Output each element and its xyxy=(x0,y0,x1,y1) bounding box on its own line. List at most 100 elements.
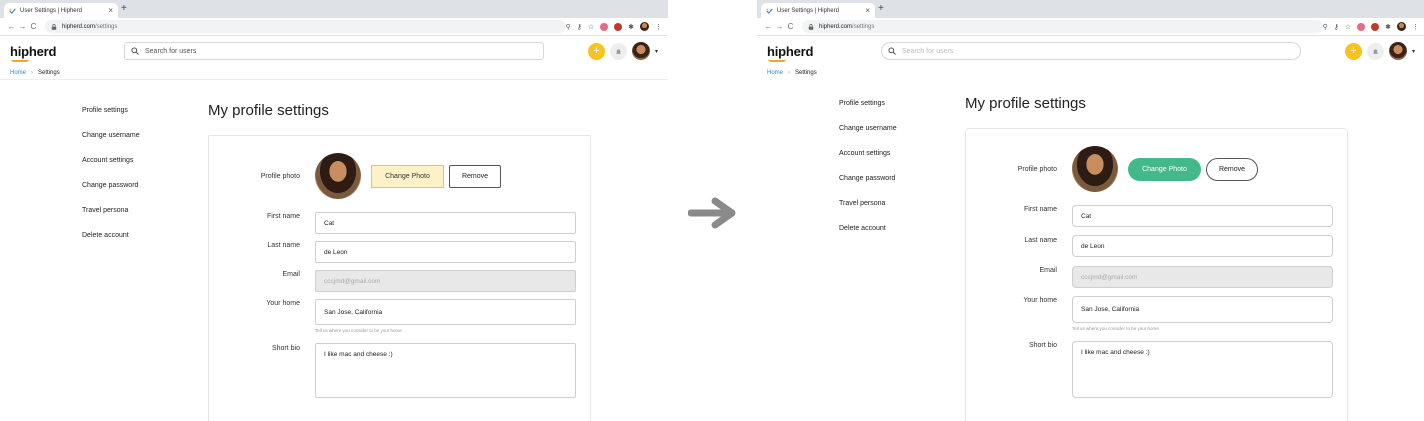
search-input[interactable]: Search for users xyxy=(881,42,1301,60)
forward-icon[interactable]: → xyxy=(17,22,28,31)
bell-icon xyxy=(616,48,621,54)
sidebar-item-delete-account[interactable]: Delete account xyxy=(82,229,140,254)
hipherd-favicon-icon xyxy=(9,8,16,14)
sidebar-item-change-username[interactable]: Change username xyxy=(82,129,140,154)
search-input[interactable]: Search for users xyxy=(124,42,544,60)
your-home-help-text: Tell us where you consider to be your ho… xyxy=(315,328,402,333)
url-field[interactable]: hipherd.com/settings xyxy=(45,20,566,33)
sidebar-item-travel-persona[interactable]: Travel persona xyxy=(839,197,897,222)
location-icon[interactable]: ⚲ xyxy=(566,23,571,31)
app-header: hipherd Search for users + ▾ xyxy=(757,36,1424,66)
reload-icon[interactable]: C xyxy=(28,22,39,31)
last-name-field[interactable]: de Leon xyxy=(315,241,576,263)
sidebar-item-change-password[interactable]: Change password xyxy=(839,172,897,197)
hipherd-logo[interactable]: hipherd xyxy=(10,44,56,62)
location-icon[interactable]: ⚲ xyxy=(1323,23,1328,31)
app-header: hipherd Search for users + ▾ xyxy=(0,36,668,66)
search-placeholder: Search for users xyxy=(145,47,197,55)
short-bio-textarea[interactable]: I like mac and cheese :) xyxy=(315,343,576,398)
remove-photo-button[interactable]: Remove xyxy=(449,165,501,188)
browser-tab[interactable]: User Settings | Hipherd × xyxy=(761,3,875,18)
menu-dots-icon[interactable]: ⋮ xyxy=(655,23,662,31)
puzzle-icon[interactable]: ✱ xyxy=(628,23,634,31)
breadcrumb-home-link[interactable]: Home xyxy=(10,70,26,76)
add-button[interactable]: + xyxy=(1344,42,1362,60)
star-icon[interactable]: ☆ xyxy=(1345,23,1351,31)
extension-icon[interactable] xyxy=(1357,22,1366,31)
back-icon[interactable]: ← xyxy=(763,22,774,31)
key-icon[interactable]: ⚷ xyxy=(1334,23,1339,31)
url-host: hipherd.com xyxy=(819,23,853,30)
your-home-label: Your home xyxy=(266,300,300,307)
first-name-field[interactable]: Cat xyxy=(1072,205,1333,227)
star-icon[interactable]: ☆ xyxy=(588,23,594,31)
add-button[interactable]: + xyxy=(587,42,605,60)
menu-dots-icon[interactable]: ⋮ xyxy=(1412,23,1419,31)
header-actions: + ▾ xyxy=(1344,42,1415,60)
reload-icon[interactable]: C xyxy=(785,22,796,31)
sidebar-item-change-password[interactable]: Change password xyxy=(82,179,140,204)
search-placeholder: Search for users xyxy=(902,47,954,55)
hipherd-logo[interactable]: hipherd xyxy=(767,44,813,62)
comparison-canvas: User Settings | Hipherd × + ← → C hipher… xyxy=(0,0,1424,421)
user-avatar[interactable] xyxy=(631,42,650,60)
notifications-button[interactable] xyxy=(1366,42,1384,60)
breadcrumb-home-link[interactable]: Home xyxy=(767,70,783,76)
last-name-label: Last name xyxy=(267,242,300,249)
sidebar-item-account-settings[interactable]: Account settings xyxy=(82,154,140,179)
sidebar-item-profile-settings[interactable]: Profile settings xyxy=(839,97,897,122)
sidebar-item-delete-account[interactable]: Delete account xyxy=(839,222,897,247)
sidebar-item-travel-persona[interactable]: Travel persona xyxy=(82,204,140,229)
profile-photo xyxy=(315,153,361,199)
tab-close-icon[interactable]: × xyxy=(108,6,113,15)
page-title: My profile settings xyxy=(208,102,329,119)
address-bar: ← → C hipherd.com/settings ⚲ ⚷ ☆ ✱ ⋮ xyxy=(0,18,668,36)
browser-tabstrip: User Settings | Hipherd × + xyxy=(757,0,1424,18)
short-bio-label: Short bio xyxy=(271,345,300,352)
extension-badge-icon[interactable] xyxy=(614,22,623,31)
remove-photo-button[interactable]: Remove xyxy=(1206,158,1258,181)
breadcrumb: Home › Settings xyxy=(0,66,668,80)
url-field[interactable]: hipherd.com/settings xyxy=(802,20,1323,33)
browser-tab[interactable]: User Settings | Hipherd × xyxy=(4,3,118,18)
back-icon[interactable]: ← xyxy=(6,22,17,31)
profile-icon[interactable] xyxy=(1397,22,1406,31)
change-photo-button[interactable]: Change Photo xyxy=(371,165,444,188)
chevron-down-icon[interactable]: ▾ xyxy=(1412,48,1415,55)
puzzle-icon[interactable]: ✱ xyxy=(1385,23,1391,31)
last-name-field[interactable]: de Leon xyxy=(1072,235,1333,257)
your-home-field[interactable]: San Jose, California xyxy=(1072,296,1333,323)
email-label: Email xyxy=(282,271,300,278)
profile-icon[interactable] xyxy=(640,22,649,31)
change-photo-button[interactable]: Change Photo xyxy=(1128,158,1201,181)
profile-photo-label: Profile photo xyxy=(1017,166,1057,173)
notifications-button[interactable] xyxy=(609,42,627,60)
lock-icon xyxy=(808,23,814,30)
search-icon xyxy=(131,47,139,55)
your-home-field[interactable]: San Jose, California xyxy=(315,299,576,325)
chevron-down-icon[interactable]: ▾ xyxy=(655,48,658,55)
extension-icon[interactable] xyxy=(600,22,609,31)
forward-icon[interactable]: → xyxy=(774,22,785,31)
last-name-label: Last name xyxy=(1024,237,1057,244)
sidebar-item-account-settings[interactable]: Account settings xyxy=(839,147,897,172)
url-path: /settings xyxy=(95,23,118,30)
first-name-field[interactable]: Cat xyxy=(315,212,576,234)
short-bio-textarea[interactable]: I like mac and cheese :) xyxy=(1072,341,1333,398)
hipherd-favicon-icon xyxy=(766,8,773,14)
first-name-label: First name xyxy=(1023,206,1057,213)
key-icon[interactable]: ⚷ xyxy=(577,23,582,31)
new-tab-button[interactable]: + xyxy=(121,3,127,15)
search-icon xyxy=(888,47,896,55)
short-bio-label: Short bio xyxy=(1028,342,1057,349)
sidebar-item-change-username[interactable]: Change username xyxy=(839,122,897,147)
tab-close-icon[interactable]: × xyxy=(865,6,870,15)
user-avatar[interactable] xyxy=(1388,42,1407,60)
breadcrumb-separator: › xyxy=(788,70,791,76)
sidebar-item-profile-settings[interactable]: Profile settings xyxy=(82,104,140,129)
settings-sidebar: Profile settings Change username Account… xyxy=(82,104,140,254)
lock-icon xyxy=(51,23,57,30)
extension-badge-icon[interactable] xyxy=(1371,22,1380,31)
email-field: cccjmd@gmail.com xyxy=(1072,266,1333,288)
new-tab-button[interactable]: + xyxy=(878,3,884,15)
